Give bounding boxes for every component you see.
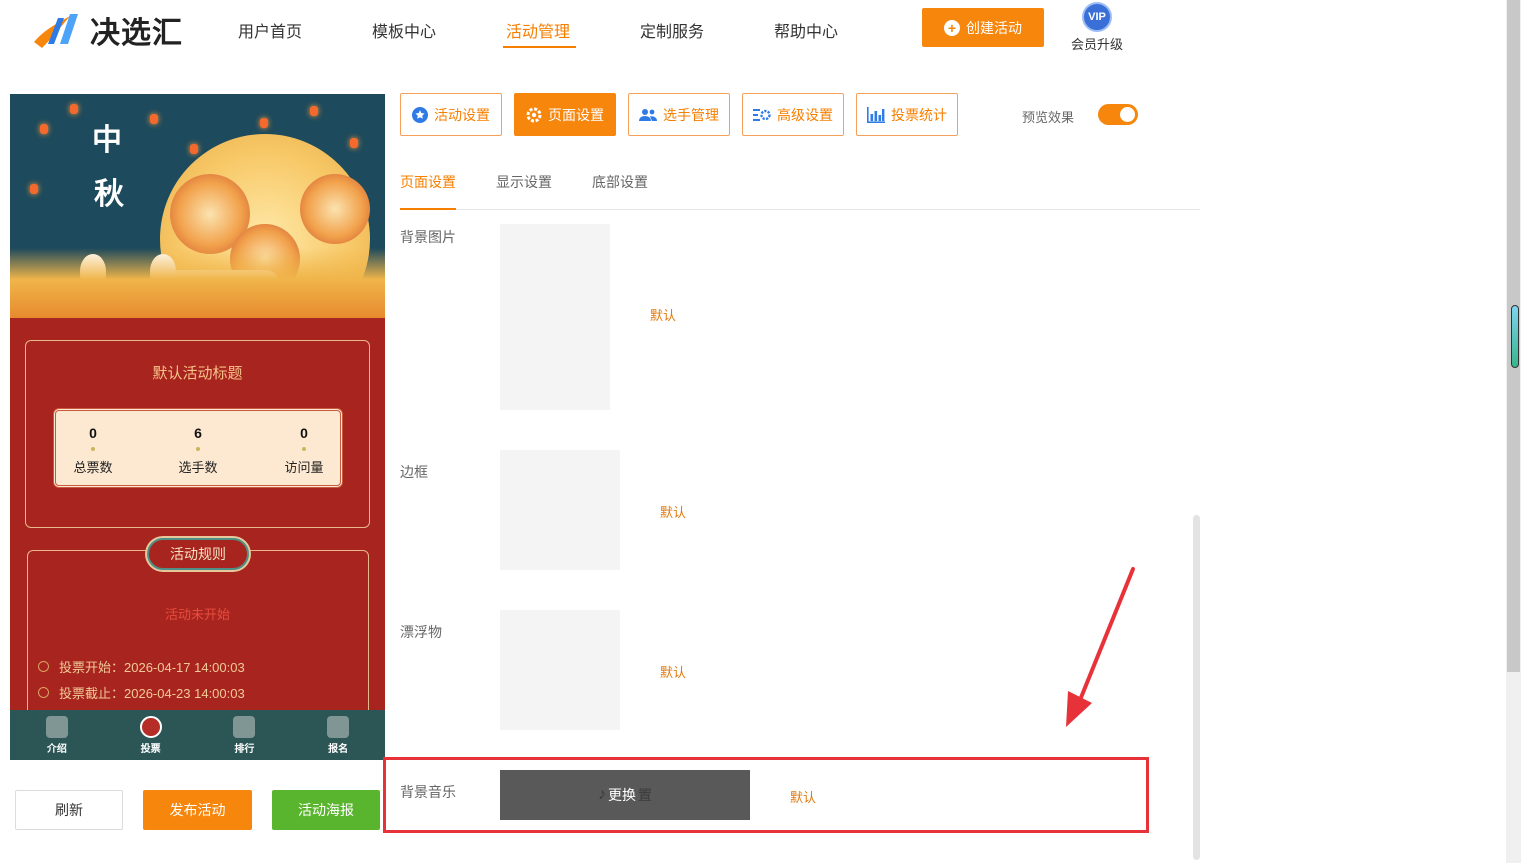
subtab-active-underline	[400, 208, 456, 210]
vip-upgrade[interactable]: VIP 会员升级	[1066, 2, 1128, 53]
tab-label: 报名	[328, 744, 349, 755]
panel-scrollbar[interactable]	[1193, 515, 1200, 860]
publish-activity-button[interactable]: 发布活动	[143, 790, 252, 830]
vote-end-text: 投票截止：2026-04-23 14:00:03	[59, 686, 245, 701]
stat-label: 总票数	[73, 460, 113, 475]
nav-active-underline	[503, 46, 576, 48]
subtab-page-settings[interactable]: 页面设置	[400, 172, 456, 192]
stats-panel: 0 总票数 6 选手数 0 访问量	[53, 408, 343, 488]
stat-value: 0	[300, 425, 308, 441]
tool-label: 高级设置	[777, 106, 833, 123]
clock-icon	[38, 687, 49, 698]
nav-custom-service[interactable]: 定制服务	[640, 18, 704, 42]
tab-label: 投票	[140, 744, 161, 755]
subtab-divider	[400, 209, 1200, 210]
create-activity-button[interactable]: + 创建活动	[922, 8, 1044, 47]
vote-start-text: 投票开始：2026-04-17 14:00:03	[59, 660, 245, 675]
tool-vote-statistics[interactable]: 投票统计	[856, 93, 958, 136]
preview-effect-label: 预览效果	[1022, 110, 1075, 125]
tab-intro[interactable]: 介绍	[10, 710, 104, 760]
tool-label: 活动设置	[434, 106, 490, 123]
stat-label: 选手数	[178, 460, 218, 475]
border-label: 边框	[400, 464, 428, 480]
subtab-footer-settings[interactable]: 底部设置	[592, 172, 648, 192]
nav-user-home[interactable]: 用户首页	[238, 18, 302, 42]
background-image-label: 背景图片	[400, 229, 456, 245]
logo-mark-icon	[34, 14, 78, 48]
border-default-link[interactable]: 默认	[660, 502, 686, 521]
tool-advanced-settings[interactable]: 高级设置	[742, 93, 844, 136]
banner-char-qiu: 秋	[94, 177, 124, 212]
border-thumbnail[interactable]	[500, 450, 620, 570]
plus-icon: +	[944, 19, 960, 36]
tab-vote[interactable]: 投票	[104, 710, 198, 760]
tool-label: 投票统计	[891, 106, 947, 123]
star-icon	[412, 106, 428, 123]
gear-icon	[526, 107, 542, 122]
subtab-display-settings[interactable]: 显示设置	[496, 172, 552, 192]
annotation-arrow-icon	[1066, 567, 1135, 727]
rules-title: 活动规则	[147, 538, 249, 570]
megaphone-icon	[45, 716, 68, 738]
background-image-thumbnail[interactable]	[500, 224, 610, 410]
side-floating-widget[interactable]	[1511, 305, 1519, 368]
nav-template-center[interactable]: 模板中心	[372, 18, 436, 42]
activity-title: 默认活动标题	[152, 365, 243, 382]
nav-help-center[interactable]: 帮助中心	[774, 18, 838, 42]
toggle-knob	[1120, 107, 1135, 122]
tool-label: 选手管理	[663, 106, 719, 123]
tab-label: 介绍	[46, 744, 67, 755]
activity-poster-button[interactable]: 活动海报	[272, 790, 380, 830]
users-icon	[639, 108, 657, 121]
create-activity-label: 创建活动	[966, 19, 1022, 36]
stat-value: 0	[89, 425, 97, 441]
logo-text: 决选汇	[90, 17, 183, 50]
stat-visits: 0 访问量	[264, 425, 344, 476]
settings-list-icon	[753, 108, 771, 121]
highlight-box	[383, 757, 1149, 833]
floating-thumbnail[interactable]	[500, 610, 620, 730]
tab-label: 排行	[234, 744, 255, 755]
banner-char-zhong: 中	[92, 123, 122, 158]
stat-contestants: 6 选手数	[158, 425, 238, 476]
stat-value: 6	[194, 425, 202, 441]
preview-tabbar: 介绍 投票 排行 报名	[10, 710, 385, 760]
background-image-default-link[interactable]: 默认	[650, 305, 676, 324]
tool-contestant-management[interactable]: 选手管理	[628, 93, 730, 136]
refresh-button[interactable]: 刷新	[15, 790, 123, 830]
preview-effect-toggle[interactable]	[1098, 104, 1138, 125]
activity-status: 活动未开始	[164, 607, 230, 622]
vote-icon	[139, 716, 162, 738]
vote-start-row: 投票开始：2026-04-17 14:00:03	[38, 657, 245, 676]
tab-ranking[interactable]: 排行	[198, 710, 292, 760]
phone-preview: 中 秋 默认活动标题 0 总票数 6 选手数 0 访问量 活动规则 活动未开始 …	[10, 94, 385, 760]
clock-icon	[38, 661, 49, 672]
trophy-icon	[233, 716, 256, 738]
floating-label: 漂浮物	[400, 624, 442, 640]
bar-chart-icon	[867, 106, 885, 123]
tab-signup[interactable]: 报名	[291, 710, 385, 760]
stat-label: 访问量	[284, 460, 324, 475]
vip-upgrade-label: 会员升级	[1070, 37, 1123, 52]
tool-label: 页面设置	[548, 106, 604, 123]
mid-autumn-banner: 中 秋	[10, 94, 385, 318]
tool-activity-settings[interactable]: 活动设置	[400, 93, 502, 136]
tool-page-settings[interactable]: 页面设置	[514, 93, 616, 136]
vip-badge-icon: VIP	[1082, 2, 1112, 32]
vote-end-row: 投票截止：2026-04-23 14:00:03	[38, 683, 245, 702]
nav-activity-management[interactable]: 活动管理	[506, 18, 570, 42]
graduation-cap-icon	[327, 716, 350, 738]
app-logo[interactable]: 决选汇	[30, 8, 190, 52]
floating-default-link[interactable]: 默认	[660, 662, 686, 681]
stat-total-votes: 0 总票数	[53, 425, 133, 476]
